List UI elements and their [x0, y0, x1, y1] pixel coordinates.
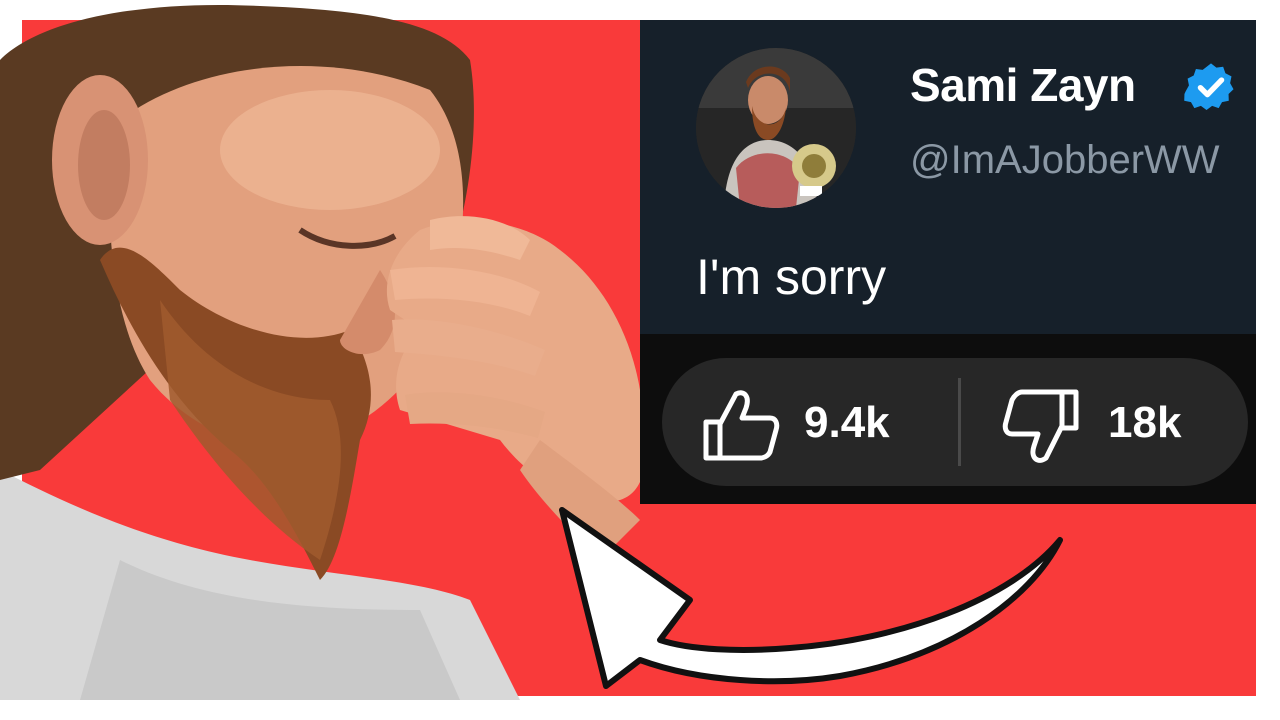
- dislike-count: 18k: [1108, 398, 1182, 447]
- thumbnail-canvas: Sami Zayn @ImAJobberWW I'm sorry 9.4k 18…: [0, 0, 1280, 720]
- avatar-image: [696, 48, 856, 208]
- thumbs-down-icon[interactable]: [1000, 384, 1082, 470]
- thumbs-up-icon[interactable]: [700, 384, 782, 466]
- tweet-card: Sami Zayn @ImAJobberWW I'm sorry: [640, 20, 1256, 334]
- display-name[interactable]: Sami Zayn: [910, 58, 1136, 112]
- like-count: 9.4k: [804, 398, 890, 447]
- verified-badge-icon: [1184, 63, 1234, 110]
- user-handle[interactable]: @ImAJobberWW: [910, 138, 1220, 183]
- avatar[interactable]: [696, 48, 856, 208]
- vote-divider: [958, 378, 961, 466]
- vote-bar: 9.4k 18k: [640, 334, 1256, 504]
- tweet-text: I'm sorry: [696, 249, 887, 305]
- like-dislike-pill: 9.4k 18k: [662, 358, 1248, 486]
- curved-arrow-icon: [559, 507, 1063, 689]
